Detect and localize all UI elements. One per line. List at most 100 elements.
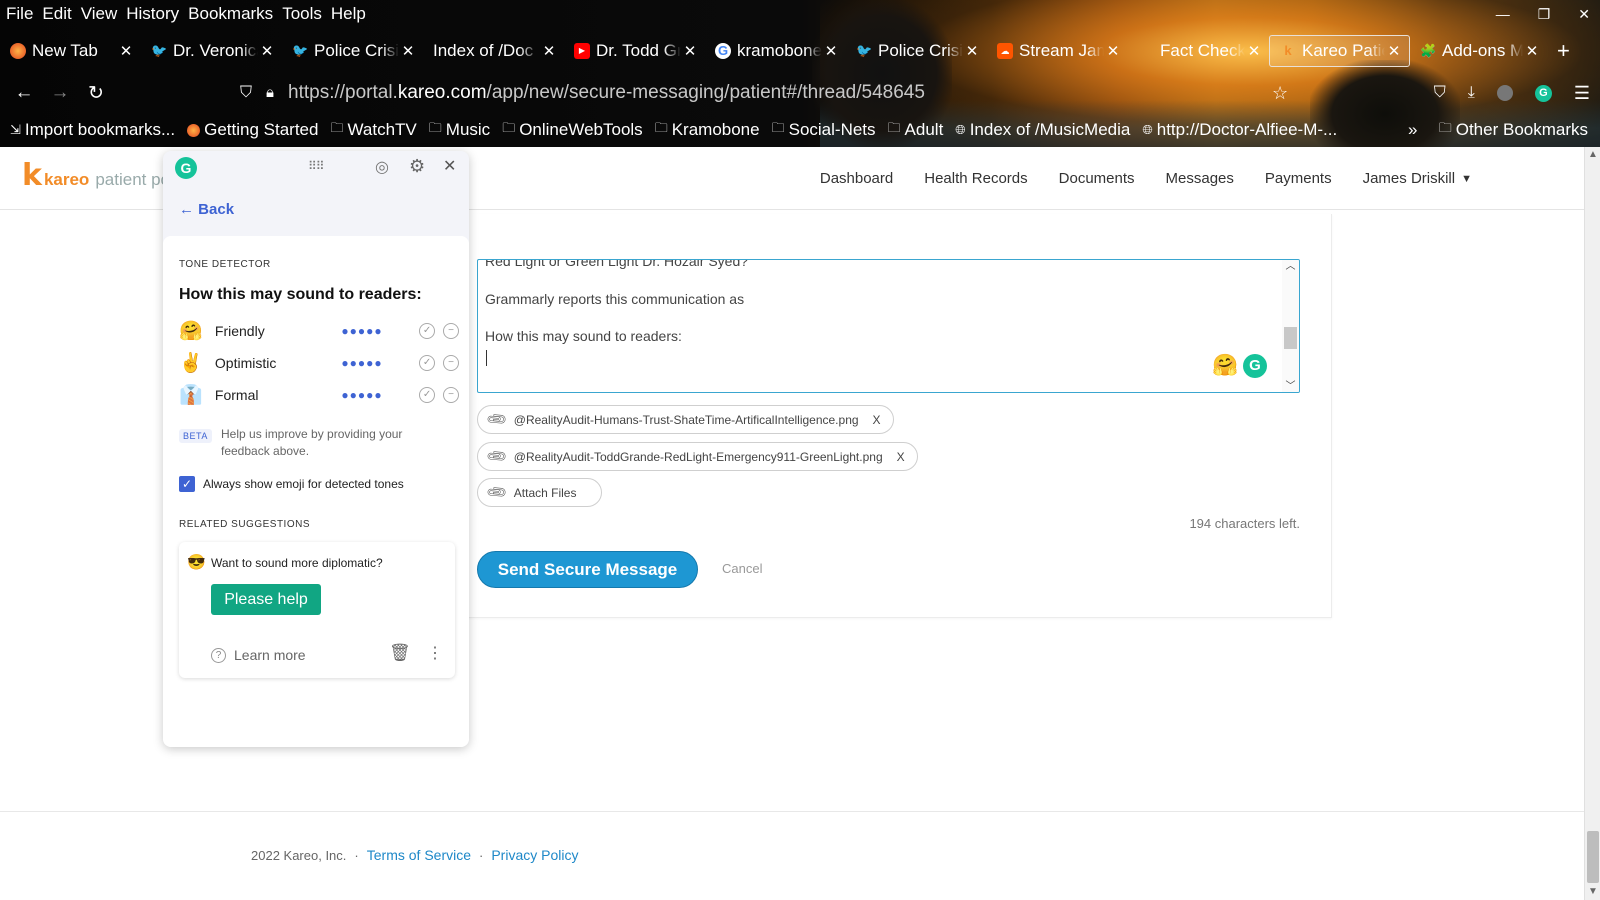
downloads-icon[interactable]: ⤓ [1468,84,1475,102]
minus-circle-icon[interactable]: − [443,323,459,339]
page-scrollbar[interactable]: ▲ ▼ [1584,147,1600,900]
gear-icon[interactable]: ⚙ [409,156,425,177]
check-circle-icon[interactable]: ✓ [419,323,436,339]
hamburger-menu-icon[interactable]: ☰ [1574,83,1590,104]
grammarly-toolbar-icon[interactable]: G [1534,84,1552,102]
trash-icon[interactable]: 🗑︎ [389,643,411,663]
tab-close-icon[interactable]: ✕ [963,42,981,60]
tab-close-icon[interactable]: ✕ [822,42,840,60]
please-help-button[interactable]: Please help [211,584,321,615]
tab-fact-check[interactable]: Fact Check ✕ [1128,34,1269,68]
reload-icon[interactable]: ↻ [78,82,114,105]
menu-tools[interactable]: Tools [280,2,329,26]
tab-police-crisis-2[interactable]: 🐦 Police Crisis ✕ [846,34,987,68]
lock-icon[interactable]: 🔒︎ [266,76,274,110]
tab-close-icon[interactable]: ✕ [1245,42,1263,60]
minimize-icon[interactable]: — [1496,2,1510,26]
back-button[interactable]: ← Back [179,201,234,218]
bookmark-getting-started[interactable]: Getting Started [187,120,318,140]
scroll-down-icon[interactable]: ▼ [1585,884,1600,900]
menu-help[interactable]: Help [329,2,373,26]
scroll-down-icon[interactable]: ﹀ [1282,380,1299,392]
bookmark-onlinewebtools[interactable]: 🗀 OnlineWebTools [502,119,643,141]
tab-close-icon[interactable]: ✕ [399,42,417,60]
nav-messages[interactable]: Messages [1166,170,1234,187]
tab-close-icon[interactable]: ✕ [258,42,276,60]
bookmark-adult[interactable]: 🗀 Adult [888,119,944,141]
check-circle-icon[interactable]: ✓ [419,387,436,403]
attach-files-button[interactable]: 📎︎ Attach Files [477,478,602,507]
minus-circle-icon[interactable]: − [443,387,459,403]
bookmark-index-musicmedia[interactable]: 🌐︎ Index of /MusicMedia [955,120,1130,140]
always-show-emoji-checkbox[interactable]: ✓ [179,476,195,492]
textarea-scroll-thumb[interactable] [1284,327,1297,349]
nav-health-records[interactable]: Health Records [924,170,1027,187]
bookmark-other[interactable]: 🗀 Other Bookmarks [1439,119,1588,141]
new-tab-icon[interactable]: + [1547,34,1570,68]
tab-kramobone[interactable]: G kramobone ✕ [705,34,846,68]
tab-stream-jam[interactable]: ☁ Stream Jam ✕ [987,34,1128,68]
menu-view[interactable]: View [79,2,125,26]
forward-arrow-icon[interactable]: → [42,82,78,104]
tab-close-icon[interactable]: ✕ [681,42,699,60]
tone-emoji-icon[interactable]: 🤗 [1212,354,1238,378]
textarea-scrollbar[interactable]: ︿ ﹀ [1282,260,1299,392]
learn-more-link[interactable]: ? Learn more [211,647,306,663]
tab-add-ons[interactable]: 🧩 Add-ons M ✕ [1410,34,1547,68]
bookmark-watchtv[interactable]: 🗀 WatchTV [330,119,416,141]
tab-close-icon[interactable]: ✕ [1523,42,1541,60]
send-secure-message-button[interactable]: Send Secure Message [477,551,698,588]
remove-attachment-button[interactable]: X [873,413,881,427]
check-circle-icon[interactable]: ✓ [419,355,436,371]
tab-index-of-doc[interactable]: Index of /Doc ✕ [423,34,564,68]
more-options-icon[interactable]: ⋮ [427,643,443,663]
nav-payments[interactable]: Payments [1265,170,1332,187]
tab-new-tab[interactable]: New Tab ✕ [0,34,141,68]
goals-target-icon[interactable]: ◎ [375,157,389,177]
tab-close-icon[interactable]: ✕ [117,42,135,60]
tab-close-icon[interactable]: ✕ [1104,42,1122,60]
bookmark-import[interactable]: ⇲ Import bookmarks... [10,120,175,140]
bookmark-social-nets[interactable]: 🗀 Social-Nets [772,119,876,141]
grammarly-button-icon[interactable]: G [1243,354,1267,378]
back-arrow-icon[interactable]: ← [6,82,42,104]
tone-detector-body: TONE DETECTOR How this may sound to read… [163,236,469,747]
bookmark-music[interactable]: 🗀 Music [429,119,490,141]
shield-icon[interactable]: ⛉ [240,76,252,110]
tab-dr-todd[interactable]: ▶ Dr. Todd Gr ✕ [564,34,705,68]
menu-edit[interactable]: Edit [40,2,78,26]
cancel-link[interactable]: Cancel [722,561,762,576]
url-bar[interactable]: ⛉ 🔒︎ https://portal.kareo.com/app/new/se… [240,76,925,110]
bookmarks-overflow-icon[interactable]: » [1408,120,1417,140]
privacy-policy-link[interactable]: Privacy Policy [491,847,578,863]
remove-attachment-button[interactable]: X [897,450,905,464]
scroll-up-icon[interactable]: ︿ [1282,260,1299,274]
nav-dashboard[interactable]: Dashboard [820,170,893,187]
extension-icon[interactable] [1496,85,1513,101]
kareo-logo[interactable]: k kareo patient po [22,161,170,191]
scroll-thumb[interactable] [1587,831,1599,883]
drag-handle-icon[interactable]: ⠿⠿ [308,159,325,173]
tab-close-icon[interactable]: ✕ [540,42,558,60]
minus-circle-icon[interactable]: − [443,355,459,371]
terms-of-service-link[interactable]: Terms of Service [367,847,471,863]
always-show-emoji-label[interactable]: Always show emoji for detected tones [203,477,404,491]
tab-dr-veronica[interactable]: 🐦 Dr. Veronica ✕ [141,34,282,68]
bookmark-star-icon[interactable]: ☆ [1272,76,1288,110]
close-icon[interactable]: ✕ [443,156,456,176]
close-window-icon[interactable]: ✕ [1578,2,1590,26]
menu-bookmarks[interactable]: Bookmarks [186,2,280,26]
menu-history[interactable]: History [124,2,186,26]
message-textarea[interactable]: Red Light or Green Light Dr. Hozair Syed… [477,259,1300,393]
menu-file[interactable]: File [4,2,40,26]
user-menu[interactable]: James Driskill ▼ [1363,170,1472,187]
scroll-up-icon[interactable]: ▲ [1585,147,1600,163]
nav-documents[interactable]: Documents [1059,170,1135,187]
tab-kareo-patient[interactable]: k Kareo Patie ✕ [1269,35,1410,67]
pocket-icon[interactable]: ⛉ [1434,84,1446,102]
tab-close-icon[interactable]: ✕ [1385,42,1403,60]
restore-icon[interactable]: ❐ [1538,2,1551,26]
bookmark-doctor-alfiee[interactable]: 🌐︎ http://Doctor-Alfiee-M-... [1142,120,1337,140]
tab-police-crisis[interactable]: 🐦 Police Crisis ✕ [282,34,423,68]
bookmark-kramobone[interactable]: 🗀 Kramobone [655,119,760,141]
